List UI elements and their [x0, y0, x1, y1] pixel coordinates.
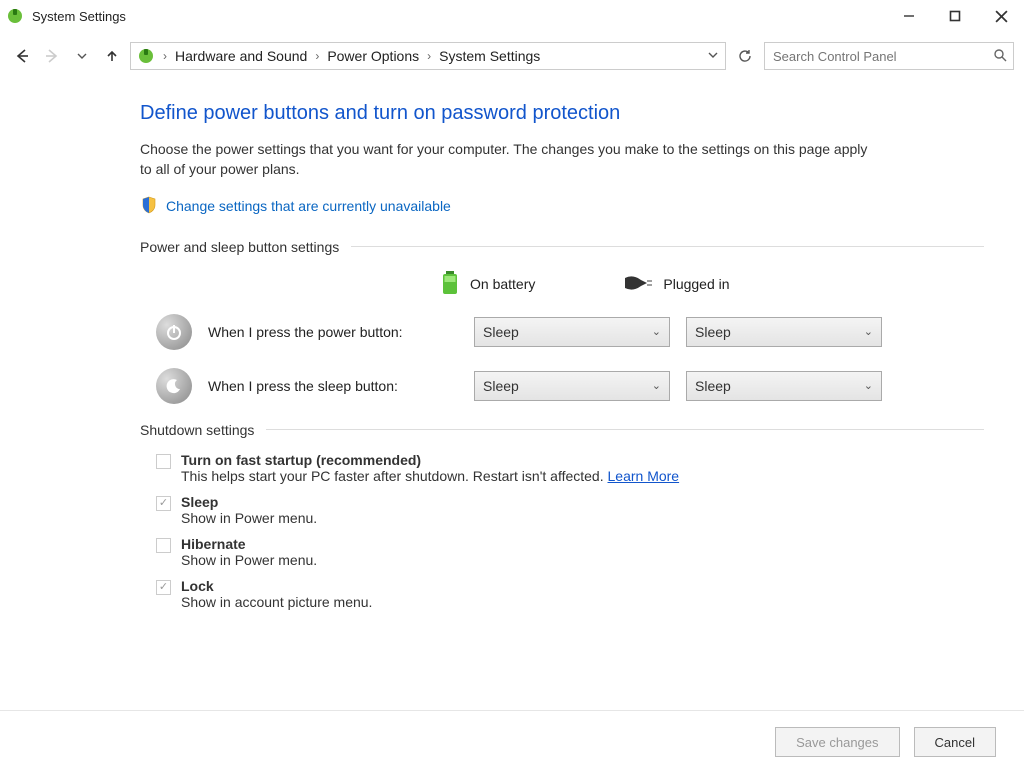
- chevron-down-icon: ⌄: [652, 379, 661, 392]
- shield-link-row: Change settings that are currently unava…: [140, 196, 984, 217]
- checkbox-sub: Show in account picture menu.: [181, 594, 372, 610]
- checkbox-label: Turn on fast startup (recommended): [181, 452, 679, 468]
- cancel-button[interactable]: Cancel: [914, 727, 996, 757]
- back-button[interactable]: [10, 44, 34, 68]
- col-battery-label: On battery: [470, 276, 535, 292]
- group-shutdown: Shutdown settings: [140, 422, 984, 438]
- page-headline: Define power buttons and turn on passwor…: [140, 102, 984, 125]
- close-button[interactable]: [978, 0, 1024, 32]
- chevron-down-icon: ⌄: [652, 325, 661, 338]
- select-value: Sleep: [695, 378, 731, 394]
- sleep-button-icon: [156, 368, 192, 404]
- power-button-battery-select[interactable]: Sleep ⌄: [474, 317, 670, 347]
- power-button-icon: [156, 314, 192, 350]
- column-headers: On battery Plugged in: [440, 269, 984, 300]
- checkbox-sub: Show in Power menu.: [181, 552, 317, 568]
- window-title: System Settings: [32, 9, 126, 24]
- checkbox[interactable]: [156, 538, 171, 553]
- control-panel-icon: [137, 47, 155, 65]
- chevron-right-icon: ›: [315, 49, 319, 63]
- window-controls: [886, 0, 1024, 32]
- checkbox-label: Sleep: [181, 494, 317, 510]
- col-plugged-label: Plugged in: [663, 276, 729, 292]
- checkmark-icon: ✓: [159, 498, 168, 509]
- refresh-button[interactable]: [732, 43, 758, 69]
- change-unavailable-link[interactable]: Change settings that are currently unava…: [166, 198, 451, 214]
- select-value: Sleep: [483, 378, 519, 394]
- divider: [351, 246, 984, 247]
- breadcrumb-hardware[interactable]: Hardware and Sound: [175, 48, 307, 64]
- sleep-button-battery-select[interactable]: Sleep ⌄: [474, 371, 670, 401]
- checkbox-fast-startup: Turn on fast startup (recommended) This …: [156, 452, 984, 484]
- row-power-label: When I press the power button:: [208, 324, 458, 340]
- checkmark-icon: ✓: [159, 582, 168, 593]
- app-icon: [6, 7, 24, 25]
- shutdown-settings-list: Turn on fast startup (recommended) This …: [156, 452, 984, 610]
- page-description: Choose the power settings that you want …: [140, 139, 880, 180]
- row-sleep-button: When I press the sleep button: Sleep ⌄ S…: [156, 368, 984, 404]
- breadcrumb-system-settings[interactable]: System Settings: [439, 48, 540, 64]
- up-button[interactable]: [100, 44, 124, 68]
- checkbox[interactable]: ✓: [156, 580, 171, 595]
- shield-icon: [140, 196, 158, 217]
- checkbox[interactable]: ✓: [156, 496, 171, 511]
- learn-more-link[interactable]: Learn More: [608, 468, 680, 484]
- save-changes-button[interactable]: Save changes: [775, 727, 899, 757]
- checkbox-lock: ✓ Lock Show in account picture menu.: [156, 578, 984, 610]
- group-label: Power and sleep button settings: [140, 239, 339, 255]
- checkbox[interactable]: [156, 454, 171, 469]
- checkbox-label: Lock: [181, 578, 372, 594]
- chevron-down-icon: ⌄: [864, 325, 873, 338]
- checkbox-sub: Show in Power menu.: [181, 510, 317, 526]
- row-sleep-label: When I press the sleep button:: [208, 378, 458, 394]
- checkbox-sleep: ✓ Sleep Show in Power menu.: [156, 494, 984, 526]
- footer-buttons: Save changes Cancel: [775, 727, 996, 757]
- checkbox-hibernate: Hibernate Show in Power menu.: [156, 536, 984, 568]
- search-input[interactable]: [771, 48, 993, 65]
- col-plugged-in: Plugged in: [623, 274, 729, 295]
- breadcrumb-power-options[interactable]: Power Options: [327, 48, 419, 64]
- forward-button[interactable]: [40, 44, 64, 68]
- group-label: Shutdown settings: [140, 422, 254, 438]
- address-bar[interactable]: › Hardware and Sound › Power Options › S…: [130, 42, 726, 70]
- footer-divider: [0, 710, 1024, 711]
- checkbox-sub: This helps start your PC faster after sh…: [181, 468, 679, 484]
- navigation-row: › Hardware and Sound › Power Options › S…: [0, 38, 1024, 74]
- content-area: Define power buttons and turn on passwor…: [0, 74, 1024, 610]
- row-power-button: When I press the power button: Sleep ⌄ S…: [156, 314, 984, 350]
- chevron-down-icon: ⌄: [864, 379, 873, 392]
- maximize-button[interactable]: [932, 0, 978, 32]
- group-power-sleep: Power and sleep button settings: [140, 239, 984, 255]
- select-value: Sleep: [695, 324, 731, 340]
- select-value: Sleep: [483, 324, 519, 340]
- sleep-button-plugged-select[interactable]: Sleep ⌄: [686, 371, 882, 401]
- search-icon[interactable]: [993, 48, 1007, 65]
- plug-icon: [623, 274, 653, 295]
- minimize-button[interactable]: [886, 0, 932, 32]
- col-on-battery: On battery: [440, 269, 535, 300]
- history-dropdown-button[interactable]: [70, 44, 94, 68]
- chevron-right-icon: ›: [163, 49, 167, 63]
- search-box[interactable]: [764, 42, 1014, 70]
- checkbox-label: Hibernate: [181, 536, 317, 552]
- battery-icon: [440, 269, 460, 300]
- divider: [266, 429, 984, 430]
- power-button-plugged-select[interactable]: Sleep ⌄: [686, 317, 882, 347]
- chevron-right-icon: ›: [427, 49, 431, 63]
- titlebar: System Settings: [0, 0, 1024, 32]
- addressbar-dropdown-button[interactable]: [707, 48, 719, 64]
